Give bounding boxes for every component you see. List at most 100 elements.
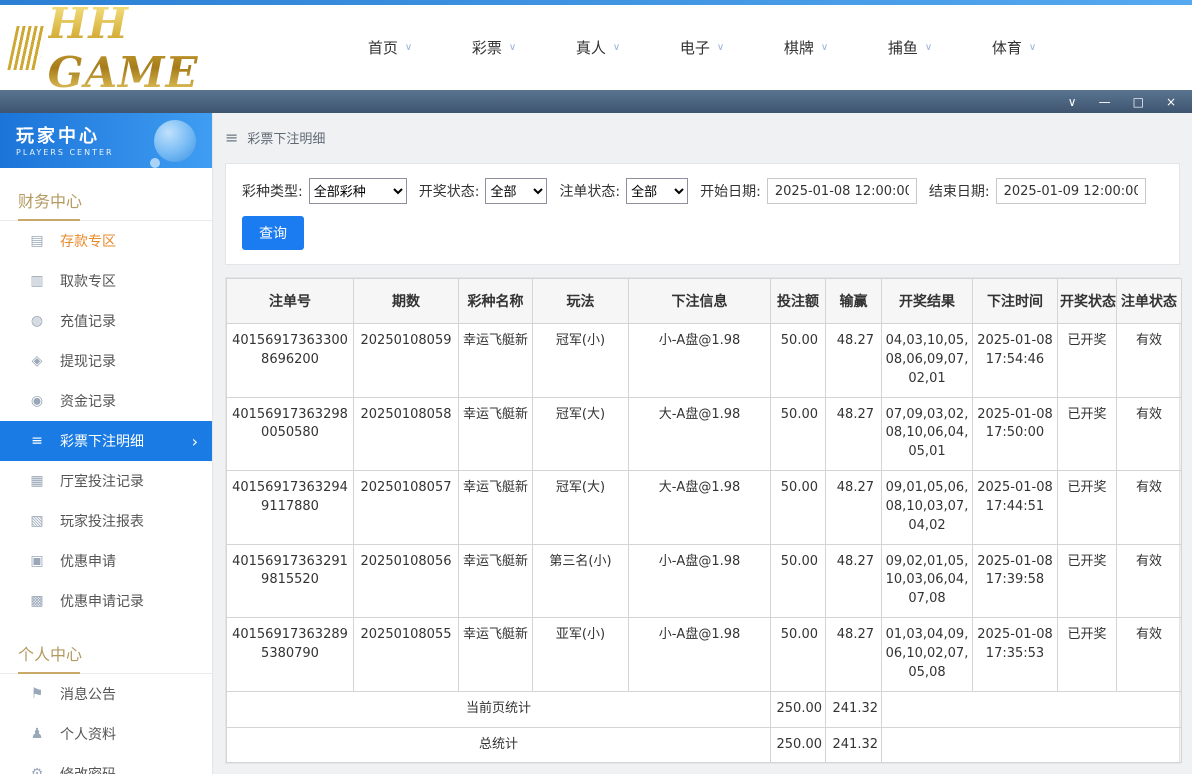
cell-bet-info: 大-A盘@1.98: [629, 471, 771, 545]
search-button[interactable]: 查询: [242, 216, 304, 250]
cell-lottery-name: 幸运飞艇新: [459, 544, 533, 618]
sidebar-item-hall-bet-records[interactable]: ▦ 厅室投注记录: [0, 461, 212, 501]
brand-logo[interactable]: HH GAME: [12, 0, 292, 97]
cell-lottery-name: 幸运飞艇新: [459, 618, 533, 692]
table-row: 401569173632980050580 20250108058 幸运飞艇新 …: [227, 397, 1182, 471]
table-row: 401569173633008696200 20250108059 幸运飞艇新 …: [227, 324, 1182, 398]
nav-item-board-games[interactable]: 棋牌 ∨: [754, 37, 858, 58]
cell-play-type: 亚军(小): [533, 618, 629, 692]
cell-draw-result: 09,02,01,05,10,03,06,04,07,08: [882, 544, 973, 618]
main-nav: 首页 ∨ 彩票 ∨ 真人 ∨ 电子 ∨ 棋牌 ∨ 捕鱼 ∨: [338, 37, 1066, 58]
nav-item-label: 捕鱼: [888, 37, 918, 58]
cell-bet-amount: 50.00: [771, 397, 826, 471]
sidebar-item-withdraw-zone[interactable]: ▥ 取款专区: [0, 261, 212, 301]
cell-win-loss: 48.27: [826, 544, 882, 618]
nav-item-live[interactable]: 真人 ∨: [546, 37, 650, 58]
hamburger-menu-icon[interactable]: ≡: [225, 128, 238, 147]
sidebar-item-label: 厅室投注记录: [60, 471, 144, 491]
cell-lottery-name: 幸运飞艇新: [459, 471, 533, 545]
cell-draw-status: 已开奖: [1058, 618, 1117, 692]
table-row: 401569173632949117880 20250108057 幸运飞艇新 …: [227, 471, 1182, 545]
cell-bet-info: 大-A盘@1.98: [629, 397, 771, 471]
cell-order-id: 401569173632980050580: [227, 397, 354, 471]
summary-empty: [882, 691, 1182, 727]
cell-draw-result: 07,09,03,02,08,10,06,04,05,01: [882, 397, 973, 471]
chevron-down-icon: ∨: [925, 42, 932, 53]
sidebar-item-deposit-zone[interactable]: ▤ 存款专区: [0, 221, 212, 261]
col-header-order-id: 注单号: [227, 279, 354, 324]
window-close-icon[interactable]: ×: [1166, 96, 1176, 108]
cell-win-loss: 48.27: [826, 324, 882, 398]
cell-lottery-name: 幸运飞艇新: [459, 397, 533, 471]
nav-item-lottery[interactable]: 彩票 ∨: [442, 37, 546, 58]
window-minimize-icon[interactable]: —: [1099, 96, 1111, 108]
window-maximize-icon[interactable]: □: [1133, 96, 1144, 108]
cell-draw-result: 04,03,10,05,08,06,09,07,02,01: [882, 324, 973, 398]
cell-bet-info: 小-A盘@1.98: [629, 324, 771, 398]
sidebar-item-player-bet-report[interactable]: ▧ 玩家投注报表: [0, 501, 212, 541]
cell-bet-amount: 50.00: [771, 618, 826, 692]
sidebar-item-lottery-bet-details[interactable]: ≡ 彩票下注明细 ›: [0, 421, 212, 461]
cell-bet-time: 2025-01-08 17:50:00: [973, 397, 1058, 471]
recharge-record-icon: ◍: [28, 313, 46, 329]
cell-win-loss: 48.27: [826, 471, 882, 545]
cell-draw-status: 已开奖: [1058, 471, 1117, 545]
cell-order-status: 有效: [1117, 471, 1182, 545]
withdraw-icon: ▥: [28, 273, 46, 289]
sidebar-item-promo-application[interactable]: ▣ 优惠申请: [0, 541, 212, 581]
table-row: 401569173632919815520 20250108056 幸运飞艇新 …: [227, 544, 1182, 618]
sidebar-item-profile[interactable]: ♟ 个人资料: [0, 714, 212, 754]
cell-win-loss: 48.27: [826, 397, 882, 471]
promo-apply-icon: ▣: [28, 553, 46, 569]
nav-item-label: 棋牌: [784, 37, 814, 58]
sidebar-item-change-password[interactable]: ⚙ 修改密码: [0, 754, 212, 774]
bet-details-table: 注单号 期数 彩种名称 玩法 下注信息 投注额 输赢 开奖结果 下注时间 开奖状…: [226, 278, 1182, 763]
cell-issue-number: 20250108059: [354, 324, 459, 398]
sidebar-item-funds-records[interactable]: ◉ 资金记录: [0, 381, 212, 421]
cell-bet-amount: 50.00: [771, 324, 826, 398]
start-date-input[interactable]: [767, 178, 917, 204]
lottery-type-label: 彩种类型:: [242, 181, 303, 201]
end-date-input[interactable]: [996, 178, 1146, 204]
col-header-lottery-name: 彩种名称: [459, 279, 533, 324]
col-header-bet-info: 下注信息: [629, 279, 771, 324]
cell-play-type: 第三名(小): [533, 544, 629, 618]
cell-draw-result: 09,01,05,06,08,10,03,07,04,02: [882, 471, 973, 545]
deposit-icon: ▤: [28, 233, 46, 249]
nav-item-electronic[interactable]: 电子 ∨: [650, 37, 754, 58]
nav-item-label: 首页: [368, 37, 398, 58]
cell-bet-info: 小-A盘@1.98: [629, 618, 771, 692]
draw-status-select[interactable]: 全部: [485, 178, 547, 204]
sidebar-item-withdrawal-records[interactable]: ◈ 提现记录: [0, 341, 212, 381]
lottery-type-select[interactable]: 全部彩种: [309, 178, 407, 204]
cell-win-loss: 48.27: [826, 618, 882, 692]
nav-item-label: 体育: [992, 37, 1022, 58]
nav-item-sports[interactable]: 体育 ∨: [962, 37, 1066, 58]
site-header: HH GAME 首页 ∨ 彩票 ∨ 真人 ∨ 电子 ∨ 棋牌 ∨: [0, 5, 1192, 90]
cell-order-status: 有效: [1117, 618, 1182, 692]
cell-order-status: 有效: [1117, 324, 1182, 398]
sidebar-item-promo-application-records[interactable]: ▩ 优惠申请记录: [0, 581, 212, 621]
order-status-select[interactable]: 全部: [626, 178, 688, 204]
window-collapse-icon[interactable]: ∨: [1068, 96, 1077, 108]
cell-bet-amount: 50.00: [771, 471, 826, 545]
cell-draw-status: 已开奖: [1058, 544, 1117, 618]
cell-issue-number: 20250108058: [354, 397, 459, 471]
cell-play-type: 冠军(大): [533, 397, 629, 471]
nav-item-home[interactable]: 首页 ∨: [338, 37, 442, 58]
sidebar-item-announcements[interactable]: ⚑ 消息公告: [0, 674, 212, 714]
sidebar-item-label: 玩家投注报表: [60, 511, 144, 531]
bet-details-table-card: 注单号 期数 彩种名称 玩法 下注信息 投注额 输赢 开奖结果 下注时间 开奖状…: [225, 277, 1180, 764]
sidebar-item-recharge-records[interactable]: ◍ 充值记录: [0, 301, 212, 341]
col-header-draw-result: 开奖结果: [882, 279, 973, 324]
cell-issue-number: 20250108056: [354, 544, 459, 618]
chevron-right-icon: ›: [192, 432, 198, 451]
section-title-finance: 财务中心: [0, 182, 212, 221]
sidebar-item-label: 充值记录: [60, 311, 116, 331]
lottery-bet-detail-icon: ≡: [28, 433, 46, 449]
col-header-draw-status: 开奖状态: [1058, 279, 1117, 324]
cell-lottery-name: 幸运飞艇新: [459, 324, 533, 398]
summary-bet-total: 250.00: [771, 727, 826, 763]
cell-issue-number: 20250108057: [354, 471, 459, 545]
nav-item-fishing[interactable]: 捕鱼 ∨: [858, 37, 962, 58]
